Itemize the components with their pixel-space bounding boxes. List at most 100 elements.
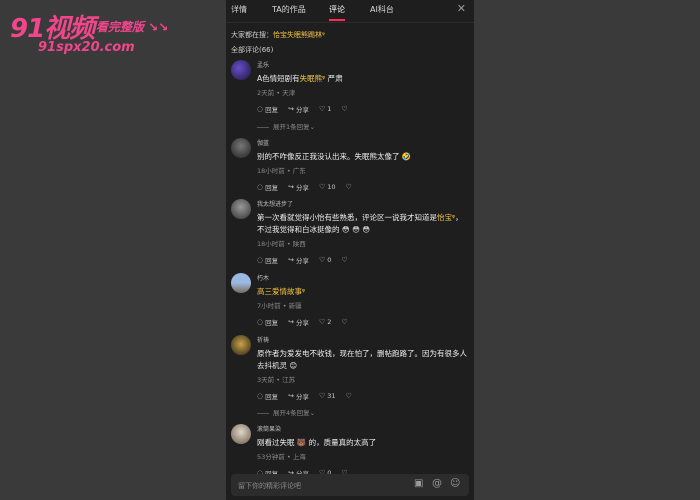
comment-text: A色情短剧有失眠熊ᵠ 严肃 — [257, 73, 469, 85]
reply-label: 回复 — [265, 393, 279, 401]
like-count: 2 — [327, 318, 332, 326]
like-button[interactable]: ♡ 1 — [319, 105, 331, 113]
comment-username[interactable]: 祈祷 — [257, 335, 469, 344]
share-button[interactable]: ↪分享 — [288, 104, 309, 114]
reply-label: 回复 — [265, 319, 279, 327]
share-button[interactable]: ↪分享 — [288, 182, 309, 192]
comment-text: 刚看过失眠 🐻 的，质量真的太高了 — [257, 438, 377, 447]
share-icon: ↪ — [288, 256, 294, 264]
share-button[interactable]: ↪分享 — [288, 255, 309, 265]
comment-icon: ◌ — [257, 318, 264, 326]
broken-heart-icon[interactable]: ♡ — [341, 105, 347, 113]
share-label: 分享 — [295, 319, 309, 327]
heart-icon: ♡ — [318, 318, 326, 326]
comment-text: 第一次看就觉得小怡有些熟悉，评论区一说我才知道是怡宝ᵠ，不过我觉得和白冰挺像的 … — [257, 212, 469, 236]
comment-input-bar[interactable]: 留下你的精彩评论吧 ▣ @ ☺ — [231, 474, 469, 496]
like-count: 10 — [327, 183, 336, 191]
comment-actions: ◌ 回复 ↪ 分享 ♡ 2 ♡ — [257, 317, 469, 327]
reply-label: 回复 — [265, 106, 279, 114]
broken-heart-icon[interactable]: ♡ — [346, 183, 352, 191]
comment-username[interactable]: 伽蓝 — [257, 138, 469, 147]
comment-text-part: 严肃 — [325, 74, 343, 83]
close-icon[interactable]: ✕ — [457, 2, 466, 15]
reply-button[interactable]: ◌回复 — [257, 182, 278, 192]
at-icon[interactable]: @ — [432, 478, 442, 489]
trending-keyword[interactable]: 恰宝失眠熊踢林 — [273, 31, 322, 39]
search-icon: ᵠ — [302, 287, 306, 296]
comment-icon: ◌ — [257, 105, 264, 113]
comment-icon: ◌ — [257, 256, 264, 264]
avatar[interactable] — [231, 199, 251, 219]
avatar[interactable] — [231, 138, 251, 158]
comment-actions: ◌ 回复 ↪ 分享 ♡ 31 ♡ — [257, 391, 469, 401]
comment-actions: ◌回复 ↪分享 ♡0 ♡ — [257, 255, 469, 265]
expand-replies-button[interactable]: 展开1条回复⌄ — [257, 121, 315, 131]
avatar[interactable] — [231, 60, 251, 80]
tab-details[interactable]: 详情 — [231, 4, 247, 15]
like-count: 1 — [327, 105, 332, 113]
comment-text-part: A色情短剧有 — [257, 74, 300, 83]
reply-button[interactable]: ◌回复 — [257, 317, 278, 327]
comment-username[interactable]: 滚筒果染 — [257, 424, 469, 433]
like-button[interactable]: ♡ 2 — [319, 318, 331, 326]
comment-username[interactable]: 孟乐 — [257, 60, 469, 69]
tab-comments[interactable]: 评论 — [329, 4, 345, 21]
share-label: 分享 — [295, 393, 309, 401]
avatar[interactable] — [231, 273, 251, 293]
like-button[interactable]: ♡ 10 — [319, 183, 336, 191]
comment-text: 原作者为爱发电不收钱，现在怕了，删帖跑路了。因为有很多人去抖机灵 😊 — [257, 349, 467, 370]
comment-meta: 18小时前 • 广东 — [257, 167, 306, 175]
reply-label: 回复 — [265, 184, 279, 192]
comment-keyword-link[interactable]: 怡宝 — [437, 213, 452, 222]
like-button[interactable]: ♡ 31 — [319, 392, 336, 400]
tab-ai[interactable]: AI科台 — [370, 4, 394, 15]
like-button[interactable]: ♡ 0 — [319, 256, 331, 264]
tab-bar: 详情 TA的作品 评论 AI科台 ✕ — [226, 0, 474, 23]
comment-icon: ◌ — [257, 392, 264, 400]
comment-meta: 18小时前 • 陕西 — [257, 240, 306, 248]
broken-heart-icon[interactable]: ♡ — [341, 256, 347, 264]
comment-icon: ◌ — [257, 183, 264, 191]
reply-button[interactable]: ◌回复 — [257, 391, 278, 401]
expand-replies-button[interactable]: 展开4条回复⌄ — [257, 407, 315, 417]
share-button[interactable]: ↪分享 — [288, 317, 309, 327]
search-icon: ᵠ — [322, 31, 325, 39]
expand-replies-label: 展开1条回复 — [273, 123, 310, 131]
comment-text-part: 第一次看就觉得小怡有些熟悉，评论区一说我才知道是 — [257, 213, 437, 222]
trending-search: 大家都在搜：恰宝失眠熊踢林ᵠ — [231, 30, 325, 40]
comment-meta: 53分钟前 • 上海 — [257, 453, 306, 461]
comment-username[interactable]: 朽木 — [257, 273, 469, 282]
heart-icon: ♡ — [318, 392, 326, 400]
reply-button[interactable]: ◌回复 — [257, 104, 278, 114]
comment-text: 高三爱情故事ᵠ — [257, 286, 469, 298]
comment-username[interactable]: 我太想进步了 — [257, 199, 469, 208]
comment-input-placeholder[interactable]: 留下你的精彩评论吧 — [238, 481, 301, 491]
share-icon: ↪ — [288, 318, 294, 326]
comment-keyword-link[interactable]: 失眠熊 — [300, 74, 323, 83]
trending-prefix: 大家都在搜： — [231, 31, 273, 39]
share-button[interactable]: ↪分享 — [288, 391, 309, 401]
comment-keyword-link[interactable]: 高三爱情故事 — [257, 287, 302, 296]
image-icon[interactable]: ▣ — [414, 478, 423, 489]
comment-count: 全部评论(66) — [231, 46, 274, 54]
watermark-logo: 91视频 看完整版 ↘↘ 91spx20.com — [10, 8, 180, 56]
like-count: 0 — [327, 256, 332, 264]
expand-replies-label: 展开4条回复 — [273, 409, 310, 417]
heart-icon: ♡ — [318, 256, 326, 264]
avatar[interactable] — [231, 424, 251, 444]
emoji-icon[interactable]: ☺ — [450, 478, 460, 489]
heart-icon: ♡ — [318, 105, 326, 113]
broken-heart-icon[interactable]: ♡ — [341, 318, 347, 326]
chevron-down-icon: ⌄ — [309, 409, 316, 417]
share-icon: ↪ — [288, 392, 294, 400]
share-icon: ↪ — [288, 183, 294, 191]
avatar[interactable] — [231, 335, 251, 355]
tab-works[interactable]: TA的作品 — [272, 4, 306, 15]
broken-heart-icon[interactable]: ♡ — [346, 392, 352, 400]
comment-text: 别的不咋像反正我没认出来。失眠熊太像了 🤣 — [257, 152, 412, 161]
comment-actions: ◌ 回复 ↪ 分享 ♡ 1 ♡ — [257, 104, 469, 114]
reply-button[interactable]: ◌回复 — [257, 255, 278, 265]
comment-meta: 2天前 • 天津 — [257, 89, 296, 97]
watermark-slogan: 看完整版 ↘↘ — [96, 20, 169, 34]
chevron-down-icon: ⌄ — [309, 123, 316, 131]
